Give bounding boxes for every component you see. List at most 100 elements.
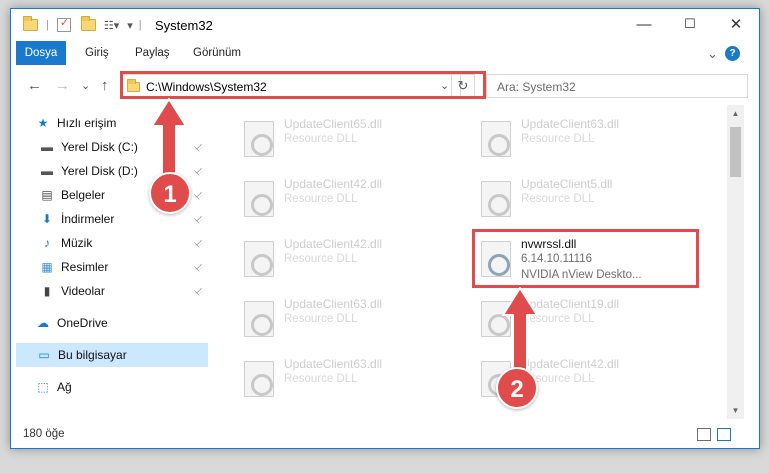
sidebar-item-ağ[interactable]: ⬚ Ağ	[11, 375, 211, 399]
sidebar-item-label: Hızlı erişim	[57, 116, 117, 130]
quick-access-toolbar: | ✓ ☷▾ ▾ |	[23, 16, 142, 33]
cloud-icon: ☁	[37, 316, 49, 330]
properties-icon[interactable]: ✓	[56, 17, 71, 32]
scroll-thumb[interactable]	[730, 127, 741, 177]
file-description: Resource DLL	[521, 313, 595, 325]
dll-file-icon	[244, 121, 274, 157]
pin-icon[interactable]: ⊥	[191, 212, 205, 226]
pin-icon[interactable]: ⊥	[191, 284, 205, 298]
sidebar-item-onedrive[interactable]: ☁ OneDrive	[11, 311, 211, 335]
scroll-down-arrow[interactable]: ▼	[727, 402, 744, 419]
file-name: UpdateClient63.dll	[521, 117, 620, 131]
new-folder-icon[interactable]	[80, 16, 96, 31]
maximize-button[interactable]: ☐	[667, 9, 713, 39]
download-icon: ⬇	[41, 212, 53, 226]
tab-dosya[interactable]: Dosya	[16, 41, 66, 65]
file-name: UpdateClient19.dll	[521, 297, 620, 311]
window-title: System32	[155, 18, 213, 33]
file-description: Resource DLL	[284, 253, 358, 265]
search-input[interactable]: Ara: System32	[486, 74, 748, 98]
star-icon: ★	[37, 116, 49, 130]
search-placeholder: Ara: System32	[497, 80, 576, 94]
item-count: 180 öğe	[23, 428, 65, 440]
file-highlight-box	[472, 229, 699, 288]
sidebar-item-label: Videolar	[61, 284, 105, 298]
drive-icon: ▬	[41, 140, 53, 154]
file-name: UpdateClient63.dll	[284, 357, 383, 371]
file-item[interactable]: UpdateClient42.dll Resource DLL	[236, 233, 466, 283]
sidebar-item-videolar[interactable]: ▮ Videolar ⊥	[11, 279, 211, 303]
back-button[interactable]: ←	[27, 77, 42, 94]
close-button[interactable]: ✕	[713, 9, 759, 39]
sidebar-item-label: Yerel Disk (C:)	[61, 140, 138, 154]
dropdown-icon[interactable]: ▾	[127, 19, 133, 32]
dll-file-icon	[244, 301, 274, 337]
pin-icon[interactable]: ⊥	[191, 164, 205, 178]
sidebar-item-hızlı-erişim[interactable]: ★ Hızlı erişim	[11, 111, 211, 135]
music-icon: ♪	[44, 236, 50, 250]
sidebar-item-bu-bilgisayar[interactable]: ▭ Bu bilgisayar	[16, 343, 208, 367]
file-item[interactable]: UpdateClient63.dll Resource DLL	[236, 293, 466, 343]
sidebar-item-yerel-disk-c-[interactable]: ▬ Yerel Disk (C:) ⊥	[11, 135, 211, 159]
explorer-window: | ✓ ☷▾ ▾ | System32 — ☐ ✕ Dosya Giriş Pa…	[10, 8, 760, 449]
address-highlight-box	[120, 71, 486, 99]
sidebar-item-müzik[interactable]: ♪ Müzik ⊥	[11, 231, 211, 255]
file-item[interactable]: UpdateClient19.dll Resource DLL	[473, 293, 703, 343]
file-description: Resource DLL	[521, 193, 595, 205]
large-icons-view-icon[interactable]	[717, 428, 731, 441]
status-bar: 180 öğe	[11, 423, 759, 448]
help-icon[interactable]: ?	[725, 46, 740, 61]
file-item[interactable]: UpdateClient65.dll Resource DLL	[236, 113, 466, 163]
sidebar-item-label: Yerel Disk (D:)	[61, 164, 138, 178]
pictures-icon: ▦	[41, 260, 53, 274]
ribbon-tabs: Dosya Giriş Paylaş Görünüm ⌄ ?	[11, 41, 759, 65]
file-item[interactable]: UpdateClient63.dll Resource DLL	[236, 353, 466, 403]
separator: |	[138, 19, 142, 31]
details-view-icon[interactable]	[697, 428, 711, 441]
tab-paylas[interactable]: Paylaş	[127, 41, 178, 65]
computer-icon: ▭	[38, 348, 50, 362]
file-item[interactable]: UpdateClient42.dll Resource DLL	[236, 173, 466, 223]
documents-icon: ▤	[41, 188, 53, 202]
vertical-scrollbar[interactable]: ▲ ▼	[727, 105, 744, 419]
forward-button[interactable]: →	[55, 77, 70, 94]
pin-icon[interactable]: ⊥	[191, 188, 205, 202]
pin-icon[interactable]: ⊥	[191, 140, 205, 154]
minimize-button[interactable]: —	[621, 9, 667, 39]
file-description: Resource DLL	[284, 373, 358, 385]
sidebar-item-label: Bu bilgisayar	[58, 348, 127, 362]
tab-gorunum[interactable]: Görünüm	[185, 41, 249, 65]
pin-icon[interactable]: ⊥	[191, 236, 205, 250]
dll-file-icon	[244, 181, 274, 217]
up-button[interactable]: ↑	[101, 77, 109, 94]
dll-file-icon	[481, 121, 511, 157]
dll-file-icon	[481, 301, 511, 337]
file-name: UpdateClient63.dll	[284, 297, 383, 311]
dll-file-icon	[244, 361, 274, 397]
title-bar: | ✓ ☷▾ ▾ | System32 — ☐ ✕	[11, 9, 759, 41]
file-name: UpdateClient65.dll	[284, 117, 383, 131]
file-name: UpdateClient42.dll	[521, 357, 620, 371]
dll-file-icon	[244, 241, 274, 277]
sidebar-item-resimler[interactable]: ▦ Resimler ⊥	[11, 255, 211, 279]
step-1-badge: 1	[149, 172, 191, 214]
drive-icon: ▬	[41, 164, 53, 178]
sidebar-item-label: OneDrive	[57, 316, 108, 330]
file-description: Resource DLL	[284, 193, 358, 205]
file-description: Resource DLL	[284, 313, 358, 325]
file-item[interactable]: UpdateClient5.dll Resource DLL	[473, 173, 703, 223]
pin-icon[interactable]: ⊥	[191, 260, 205, 274]
file-name: UpdateClient5.dll	[521, 177, 613, 191]
recent-locations-icon[interactable]: ⌄	[81, 79, 90, 92]
file-description: Resource DLL	[284, 133, 358, 145]
tab-giris[interactable]: Giriş	[77, 41, 117, 65]
file-item[interactable]: UpdateClient63.dll Resource DLL	[473, 113, 703, 163]
customize-toolbar-icon[interactable]: ☷▾	[104, 19, 119, 32]
scroll-up-arrow[interactable]: ▲	[727, 105, 744, 122]
sidebar-item-label: Ağ	[57, 380, 72, 394]
file-name: UpdateClient42.dll	[284, 177, 383, 191]
sidebar-item-label: Belgeler	[61, 188, 106, 202]
separator: |	[46, 19, 49, 31]
sidebar-item-label: Müzik	[61, 236, 93, 250]
ribbon-expand-icon[interactable]: ⌄	[707, 46, 718, 62]
